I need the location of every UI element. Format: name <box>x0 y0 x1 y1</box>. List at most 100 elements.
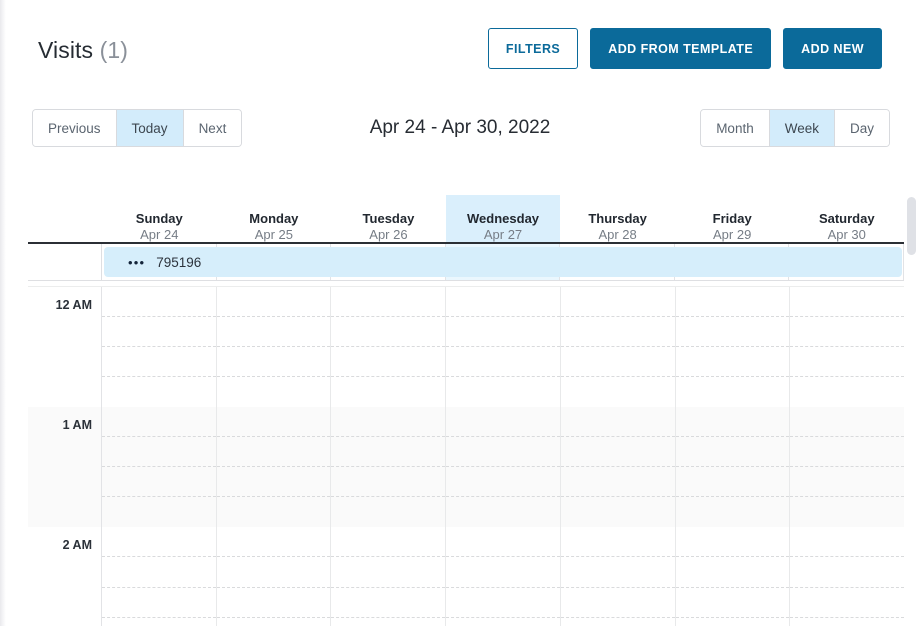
time-slot[interactable] <box>216 557 331 588</box>
vertical-scrollbar-thumb[interactable] <box>907 197 916 255</box>
add-new-button[interactable]: ADD NEW <box>783 28 882 69</box>
time-slot[interactable] <box>560 407 675 437</box>
time-slot[interactable] <box>331 407 446 437</box>
time-slot[interactable] <box>216 467 331 497</box>
time-slot[interactable] <box>102 377 216 407</box>
time-slot[interactable] <box>676 377 790 407</box>
time-slot[interactable] <box>675 317 790 347</box>
time-slot[interactable] <box>790 287 904 317</box>
time-slot[interactable] <box>331 347 446 377</box>
time-slot[interactable] <box>446 618 560 626</box>
time-slot[interactable] <box>790 317 904 347</box>
next-button[interactable]: Next <box>183 110 242 146</box>
time-slot[interactable] <box>102 497 216 527</box>
time-slot[interactable] <box>446 527 560 558</box>
time-slot[interactable] <box>560 497 675 527</box>
time-slot[interactable] <box>102 557 216 588</box>
day-header-sunday[interactable]: Sunday Apr 24 <box>102 195 217 242</box>
time-slot[interactable] <box>790 497 904 527</box>
time-slot[interactable] <box>790 588 904 618</box>
time-slot[interactable] <box>446 287 560 317</box>
time-slot[interactable] <box>102 347 216 377</box>
time-slot[interactable] <box>216 497 331 527</box>
time-slot[interactable] <box>790 527 904 558</box>
today-button[interactable]: Today <box>116 110 184 146</box>
time-slot[interactable] <box>446 497 560 527</box>
time-slot[interactable] <box>216 407 331 437</box>
time-slot[interactable] <box>102 407 216 437</box>
time-slot[interactable] <box>675 407 790 437</box>
day-header-friday[interactable]: Friday Apr 29 <box>674 195 790 242</box>
time-slot[interactable] <box>675 347 790 377</box>
time-slot[interactable] <box>560 317 675 347</box>
time-slot[interactable] <box>560 437 675 467</box>
time-slot[interactable] <box>560 588 675 618</box>
filters-button[interactable]: FILTERS <box>487 28 579 69</box>
time-slot[interactable] <box>790 377 904 407</box>
time-slot[interactable] <box>102 437 216 467</box>
time-slot[interactable] <box>675 467 790 497</box>
time-slot[interactable] <box>675 437 790 467</box>
view-month-button[interactable]: Month <box>701 110 770 146</box>
time-slot[interactable] <box>561 377 675 407</box>
time-slot[interactable] <box>446 317 560 347</box>
time-slot[interactable] <box>675 557 790 588</box>
time-slot[interactable] <box>102 467 216 497</box>
time-slot[interactable] <box>675 287 790 317</box>
day-header-thursday[interactable]: Thursday Apr 28 <box>560 195 675 242</box>
time-slot[interactable] <box>216 588 331 618</box>
time-slot[interactable] <box>217 377 331 407</box>
all-day-event[interactable]: ••• 795196 <box>104 247 902 277</box>
time-slot[interactable] <box>560 467 675 497</box>
time-slot[interactable] <box>217 618 331 626</box>
time-slot[interactable] <box>102 618 216 626</box>
time-slot[interactable] <box>102 527 216 558</box>
time-slot[interactable] <box>790 467 904 497</box>
add-from-template-button[interactable]: ADD FROM TEMPLATE <box>590 28 772 69</box>
time-slot[interactable] <box>331 317 446 347</box>
time-slot[interactable] <box>331 527 446 558</box>
day-header-monday[interactable]: Monday Apr 25 <box>216 195 332 242</box>
time-slot[interactable] <box>446 407 560 437</box>
view-day-button[interactable]: Day <box>834 110 889 146</box>
day-header-saturday[interactable]: Saturday Apr 30 <box>789 195 904 242</box>
time-slot[interactable] <box>790 437 904 467</box>
time-slot[interactable] <box>790 557 904 588</box>
time-slot[interactable] <box>790 407 904 437</box>
time-slot[interactable] <box>216 317 331 347</box>
time-slot[interactable] <box>331 467 446 497</box>
time-slot[interactable] <box>790 618 904 626</box>
time-slot[interactable] <box>216 527 331 558</box>
time-slot[interactable] <box>331 557 446 588</box>
time-slot[interactable] <box>331 377 445 407</box>
previous-button[interactable]: Previous <box>33 110 117 146</box>
time-slot[interactable] <box>675 527 790 558</box>
day-header-wednesday[interactable]: Wednesday Apr 27 <box>445 195 561 242</box>
time-slot[interactable] <box>561 618 675 626</box>
time-slot[interactable] <box>560 557 675 588</box>
time-slot[interactable] <box>446 377 560 407</box>
time-slot[interactable] <box>102 317 216 347</box>
time-slot[interactable] <box>331 287 446 317</box>
time-slot[interactable] <box>675 588 790 618</box>
time-slot[interactable] <box>560 287 675 317</box>
vertical-scrollbar[interactable] <box>907 190 916 626</box>
time-slot[interactable] <box>331 497 446 527</box>
time-slot[interactable] <box>560 347 675 377</box>
time-slot[interactable] <box>676 618 790 626</box>
time-slot[interactable] <box>446 557 560 588</box>
time-slot[interactable] <box>216 347 331 377</box>
day-header-tuesday[interactable]: Tuesday Apr 26 <box>331 195 446 242</box>
time-slot[interactable] <box>331 437 446 467</box>
time-slot[interactable] <box>331 588 446 618</box>
time-slot[interactable] <box>216 437 331 467</box>
time-slot[interactable] <box>790 347 904 377</box>
time-slot[interactable] <box>446 347 560 377</box>
view-week-button[interactable]: Week <box>769 110 835 146</box>
event-options-dots-icon[interactable]: ••• <box>128 256 145 269</box>
time-slot[interactable] <box>102 287 216 317</box>
time-slot[interactable] <box>331 618 445 626</box>
time-slot[interactable] <box>446 467 560 497</box>
time-slot[interactable] <box>560 527 675 558</box>
time-slot[interactable] <box>446 437 560 467</box>
